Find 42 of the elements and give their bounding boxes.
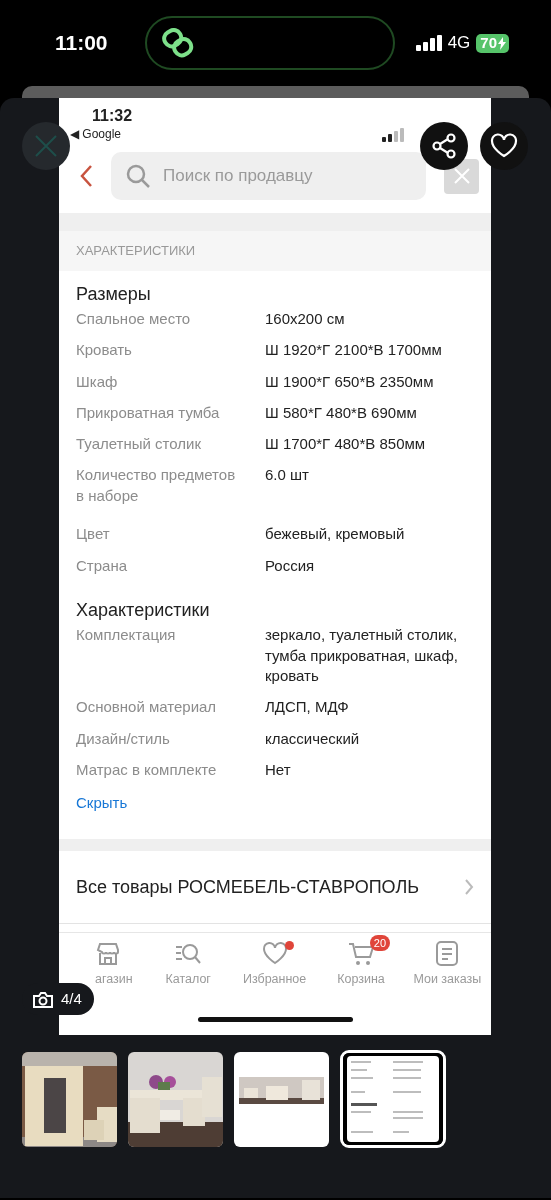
count-badge: 20 <box>369 935 391 952</box>
collapse-link[interactable]: Скрыть <box>59 793 145 814</box>
spec-label: Туалетный столик <box>76 435 201 453</box>
spec-value: Ш 1920*Г 2100*В 1700мм <box>265 340 443 361</box>
nav-tab[interactable]: Мои заказы <box>404 933 491 1001</box>
clock-time: 11:00 <box>55 30 109 57</box>
spec-value: Ш 1900*Г 650*В 2350мм <box>265 371 435 392</box>
back-to-app-link[interactable]: ◀ Google <box>70 126 133 142</box>
search-bar[interactable]: Поиск по продавцу <box>111 152 426 200</box>
spec-label: Цвет <box>76 525 110 543</box>
spec-value: зеркало, туалетный столик, тумба прикроватная, шкаф, кровать <box>265 625 459 687</box>
spec-label: Количество предметов в наборе <box>76 466 236 504</box>
clock-time: 11:32 <box>92 106 133 126</box>
spec-label: Шкаф <box>76 372 118 390</box>
network-type: 4G <box>447 32 471 55</box>
spec-label: Дизайн/стиль <box>76 729 170 747</box>
group-title: Характеристики <box>76 600 210 621</box>
battery-indicator: 70 <box>476 33 509 53</box>
nav-tab[interactable]: Каталог <box>145 933 232 1001</box>
spec-value: Ш 1700*Г 480*В 850мм <box>265 434 427 455</box>
spec-value: Ш 580*Г 480*В 690мм <box>265 402 418 423</box>
seller-link[interactable]: Все товары РОСМЕБЕЛЬ-СТАВРОПОЛЬ <box>59 851 491 925</box>
spec-label: Кровать <box>76 341 132 359</box>
spec-value: Нет <box>265 759 292 780</box>
nav-tab[interactable]: агазин <box>95 933 145 1001</box>
spec-value: 160x200 см <box>265 309 346 329</box>
spec-value: 6.0 шт <box>265 465 310 486</box>
spec-label: Спальное место <box>76 310 191 327</box>
spec-label: Комплектация <box>76 626 176 644</box>
group-title: Размеры <box>76 284 151 304</box>
spec-value: бежевый, кремовый <box>265 524 406 545</box>
spec-label: Матрас в комплекте <box>76 760 217 778</box>
spec-label: Страна <box>76 556 127 574</box>
spec-value: классический <box>265 728 361 749</box>
spec-value: Россия <box>265 555 316 576</box>
spec-label: Прикроватная тумба <box>76 403 220 421</box>
search-input[interactable]: Поиск по продавцу <box>161 162 401 190</box>
nav-tab[interactable]: Корзина 20 <box>317 933 405 1001</box>
spec-value: ЛДСП, МДФ <box>265 697 350 718</box>
nav-tab[interactable]: Избранное <box>231 933 318 1001</box>
spec-label: Основной материал <box>76 698 217 716</box>
section-title: ХАРАКТЕРИСТИКИ <box>76 243 196 258</box>
